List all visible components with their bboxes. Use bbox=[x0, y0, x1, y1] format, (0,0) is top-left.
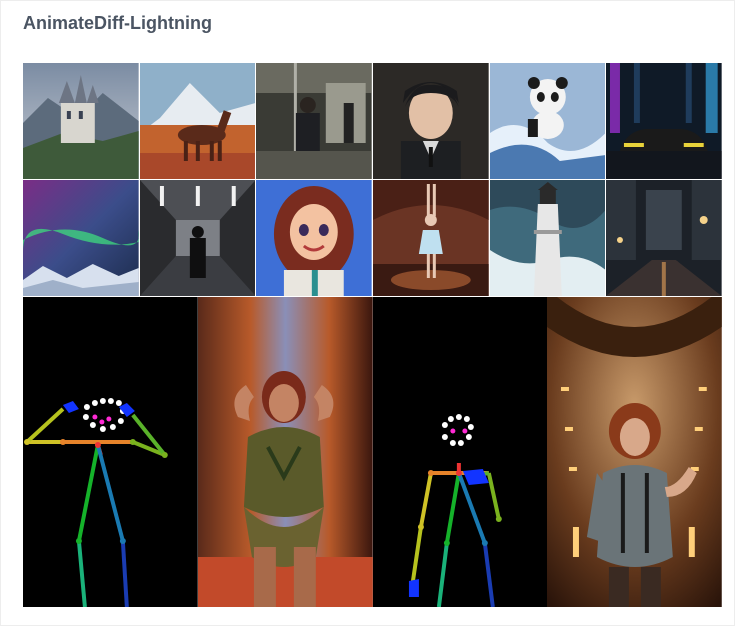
thumbnail-horse[interactable] bbox=[139, 63, 256, 179]
thumbnail-sports-car[interactable] bbox=[606, 63, 722, 179]
pose-skeleton-panel-1[interactable] bbox=[23, 297, 198, 607]
app-card: AnimateDiff-Lightning bbox=[0, 0, 735, 626]
thumbnail-cartoon-girl[interactable] bbox=[256, 180, 372, 296]
thumbnail-aurora[interactable] bbox=[23, 180, 139, 296]
thumbnail-grid bbox=[23, 63, 722, 296]
pose-skeleton-panel-2[interactable] bbox=[372, 297, 548, 607]
generated-woman-panel-1[interactable] bbox=[197, 297, 373, 607]
page-title: AnimateDiff-Lightning bbox=[23, 13, 212, 33]
thumbnail-rainy-street[interactable] bbox=[606, 180, 722, 296]
thumbnail-anime-man[interactable] bbox=[372, 63, 489, 179]
thumbnail-ballerina[interactable] bbox=[372, 180, 489, 296]
thumbnail-corridor[interactable] bbox=[139, 180, 256, 296]
thumbnail-subway[interactable] bbox=[256, 63, 372, 179]
thumbnail-castle[interactable] bbox=[23, 63, 139, 179]
pose-panels-row bbox=[23, 297, 722, 607]
thumbnail-lighthouse[interactable] bbox=[489, 180, 606, 296]
thumbnail-panda[interactable] bbox=[489, 63, 606, 179]
generated-woman-panel-2[interactable] bbox=[547, 297, 722, 607]
demo-gallery bbox=[23, 63, 722, 607]
